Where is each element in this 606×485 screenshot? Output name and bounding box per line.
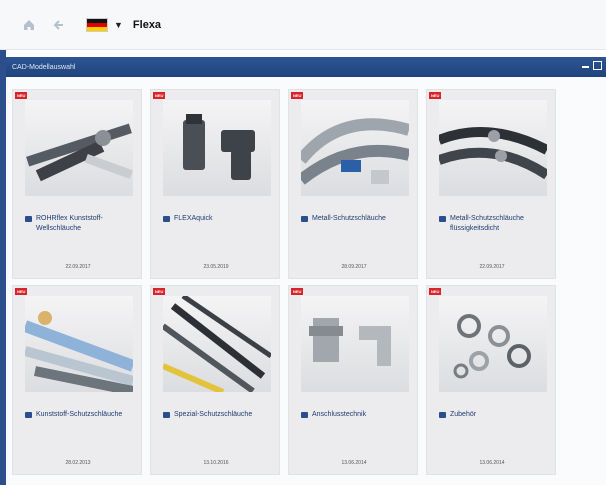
germany-flag-icon[interactable] [86, 17, 108, 32]
card-label: Zubehör [450, 411, 477, 418]
product-card[interactable]: NEU Metall-Schutzschläuche flüssigkeitsd… [426, 89, 556, 279]
card-date: 13.06.2014 [479, 460, 505, 466]
folder-icon [163, 412, 170, 418]
new-badge: NEU [429, 92, 442, 99]
new-badge: NEU [15, 288, 28, 295]
product-card[interactable]: NEU Metall-Schutzschläuche 28.09.2017 [288, 89, 418, 279]
card-date: 28.02.2013 [65, 460, 91, 466]
card-label: ROHRflex Kunststoff-Wellschläuche [36, 215, 103, 232]
product-card[interactable]: NEU Kunststoff-Schutzschläuche 28.02.201… [12, 285, 142, 475]
product-card[interactable]: NEU FLEXAquick 23.05.2019 [150, 89, 280, 279]
product-image [301, 296, 409, 392]
card-label: Anschlusstechnik [312, 411, 367, 418]
product-image [163, 296, 271, 392]
card-date: 23.05.2019 [203, 264, 229, 270]
chevron-down-icon[interactable]: ▼ [114, 20, 123, 30]
product-card[interactable]: NEU ROHRflex Kunststoff-Wellschläuche 22… [12, 89, 142, 279]
product-grid: NEU ROHRflex Kunststoff-Wellschläuche 22… [12, 89, 556, 475]
card-date: 22.09.2017 [479, 264, 505, 270]
new-badge: NEU [15, 92, 28, 99]
card-label: FLEXAquick [174, 215, 213, 222]
folder-icon [301, 216, 308, 222]
product-image [25, 296, 133, 392]
folder-icon [439, 412, 446, 418]
folder-icon [25, 216, 32, 222]
content-area: NEU ROHRflex Kunststoff-Wellschläuche 22… [6, 77, 606, 485]
card-date: 13.06.2014 [341, 460, 367, 466]
product-image [301, 100, 409, 196]
product-image [439, 100, 547, 196]
product-card[interactable]: NEU Spezial-Schutzschläuche 13.10.2016 [150, 285, 280, 475]
product-image [25, 100, 133, 196]
home-icon[interactable] [20, 16, 38, 34]
card-label: Kunststoff-Schutzschläuche [36, 411, 123, 418]
toolbar: ▼ Flexa [0, 0, 606, 50]
new-badge: NEU [153, 92, 166, 99]
card-date: 13.10.2016 [203, 460, 229, 466]
folder-icon [163, 216, 170, 222]
card-label: Spezial-Schutzschläuche [174, 411, 253, 418]
product-image [163, 100, 271, 196]
product-card[interactable]: NEU Anschlusstechnik 13.06.2014 [288, 285, 418, 475]
arrow-left-icon[interactable] [50, 16, 68, 34]
minimize-icon[interactable] [582, 66, 589, 68]
new-badge: NEU [291, 92, 304, 99]
card-date: 22.09.2017 [65, 264, 91, 270]
app-title: Flexa [132, 18, 162, 31]
new-badge: NEU [153, 288, 166, 295]
folder-icon [25, 412, 32, 418]
app-window: ▼ Flexa CAD-Modellauswahl NEU ROHRflex K… [0, 0, 606, 485]
card-label: Metall-Schutzschläuche flüssigkeitsdicht [450, 215, 524, 232]
product-image [439, 296, 547, 392]
product-card[interactable]: NEU Zubehör 13.06.2014 [426, 285, 556, 475]
folder-icon [301, 412, 308, 418]
card-date: 28.09.2017 [341, 264, 367, 270]
new-badge: NEU [429, 288, 442, 295]
window-title: CAD-Modellauswahl [12, 63, 76, 71]
new-badge: NEU [291, 288, 304, 295]
maximize-icon[interactable] [593, 61, 602, 70]
window-titlebar: CAD-Modellauswahl [6, 57, 606, 77]
card-label: Metall-Schutzschläuche [312, 215, 386, 222]
folder-icon [439, 216, 446, 222]
